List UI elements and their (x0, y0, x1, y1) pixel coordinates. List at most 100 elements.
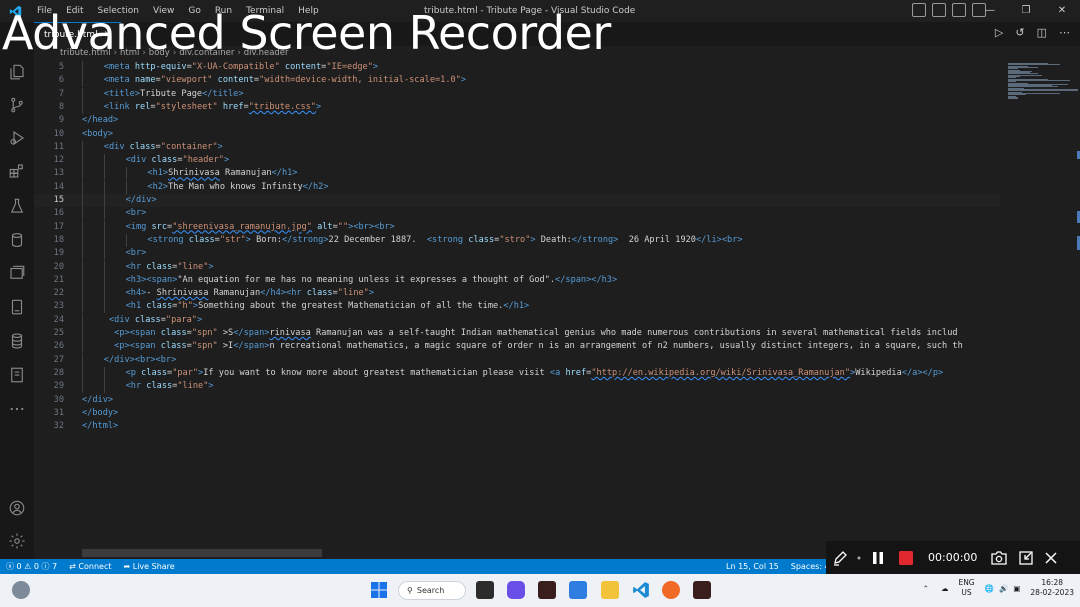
code-line[interactable]: 24 <div class="para"> (34, 313, 1000, 327)
region-code: US (961, 588, 972, 597)
code-editor[interactable]: 5 <meta http-equiv="X-UA-Compatible" cont… (34, 61, 1000, 559)
manage-gear-icon[interactable] (7, 531, 27, 551)
indent-guide (82, 140, 83, 154)
timeline-icon[interactable]: ↺ (1015, 26, 1024, 39)
code-line[interactable]: 8 <link rel="stylesheet" href="tribute.cs… (34, 100, 1000, 114)
code-line[interactable]: 28 <p class="par">If you want to know mor… (34, 366, 1000, 380)
code-line[interactable]: 23 <h1 class="h">Something about the grea… (34, 300, 1000, 314)
code-line[interactable]: 27 </div><br><br> (34, 353, 1000, 367)
close-window-icon[interactable]: ✕ (1044, 0, 1080, 22)
firefox-icon[interactable] (662, 581, 680, 599)
code-line[interactable]: 20 <hr class="line"> (34, 260, 1000, 274)
code-line[interactable]: 29 <hr class="line"> (34, 380, 1000, 394)
indent-guide (103, 247, 105, 261)
code-text: <h1>Shrinivasa Ramanujan</h1> (147, 168, 298, 179)
code-line[interactable]: 5 <meta http-equiv="X-UA-Compatible" cont… (34, 61, 1000, 74)
code-line[interactable]: 12 <div class="header"> (34, 154, 1000, 168)
split-editor-icon[interactable]: ◫ (1037, 26, 1047, 39)
indent-guide (103, 273, 105, 287)
run-icon[interactable]: ▷ (995, 26, 1003, 39)
extensions-icon[interactable] (7, 161, 27, 181)
vscode-taskbar-icon[interactable] (632, 581, 650, 599)
code-line[interactable]: 31 </body> (34, 407, 1000, 420)
language-indicator[interactable]: ENG US (958, 578, 974, 598)
battery-icon[interactable]: ▣ (1013, 584, 1020, 593)
run-debug-icon[interactable] (7, 128, 27, 148)
more-actions-icon[interactable]: ⋯ (1059, 26, 1070, 39)
code-line[interactable]: 13 <h1>Shrinivasa Ramanujan</h1> (34, 167, 1000, 181)
screen-recorder-taskbar-icon[interactable] (693, 581, 711, 599)
toggle-primary-sidebar-icon[interactable] (912, 3, 926, 17)
line-number: 14 (53, 181, 64, 192)
device-icon[interactable] (7, 297, 27, 317)
horizontal-scrollbar[interactable] (82, 549, 322, 557)
windows-taskbar: ⚲ Search ⌃ ☁ ENG US 🌐 🔊 ▣ 16:28 28-02-20… (0, 574, 1080, 607)
code-line[interactable]: 9 </head> (34, 114, 1000, 127)
teams-chat-icon[interactable] (507, 581, 525, 599)
chevron-up-icon[interactable]: ⌃ (923, 584, 929, 593)
source-control-icon[interactable] (7, 95, 27, 115)
close-recorder-icon[interactable] (1039, 541, 1063, 574)
line-number: 18 (53, 234, 64, 245)
onedrive-icon[interactable]: ☁ (941, 584, 949, 593)
toggle-panel-icon[interactable] (932, 3, 946, 17)
task-view-icon[interactable] (476, 581, 494, 599)
recorder-app-icon[interactable] (538, 581, 556, 599)
pause-icon[interactable] (864, 541, 892, 574)
code-line[interactable]: 22 <h4>- Shrinivasa Ramanujan</h4><hr cla… (34, 287, 1000, 301)
code-line[interactable]: 26 <p><span class="spn" >I</span>n recrea… (34, 340, 1000, 354)
recorder-watermark: Advanced Screen Recorder (2, 6, 611, 60)
code-line[interactable]: 7 <title>Tribute Page</title> (34, 87, 1000, 101)
globe-icon[interactable]: 🌐 (985, 584, 994, 593)
code-line[interactable]: 15 </div> (34, 194, 1000, 207)
minimize-icon[interactable]: — (972, 0, 1008, 22)
code-line[interactable]: 19 <br> (34, 247, 1000, 261)
code-line[interactable]: 10 <body> (34, 128, 1000, 141)
indent-guide (103, 180, 105, 194)
restore-icon[interactable]: ❐ (1008, 0, 1044, 22)
cursor-position[interactable]: Ln 15, Col 15 (720, 562, 785, 571)
code-line[interactable]: 30 </div> (34, 394, 1000, 407)
code-line[interactable]: 11 <div class="container"> (34, 140, 1000, 154)
camera-icon[interactable] (985, 541, 1013, 574)
store-icon[interactable] (569, 581, 587, 599)
widgets-icon[interactable] (12, 581, 30, 599)
database-icon[interactable] (7, 230, 27, 250)
code-line[interactable]: 14 <h2>The Man who knows Infinity</h2> (34, 180, 1000, 194)
more-icon[interactable] (7, 399, 27, 419)
code-line[interactable]: 25 <p><span class="spn" >S</span>rinivasa… (34, 327, 1000, 340)
code-line[interactable]: 6 <meta name="viewport" content="width=de… (34, 74, 1000, 88)
indent-guide (82, 247, 83, 261)
start-icon[interactable] (370, 581, 388, 599)
code-line[interactable]: 32 </html> (34, 420, 1000, 433)
live-share-status[interactable]: ➦ Live Share (117, 562, 180, 571)
code-line[interactable]: 17 <img src="shreenivasa_ramanujan.jpg" a… (34, 220, 1000, 234)
problems-indicator[interactable]: ⓧ 0 ⚠ 0 ⓘ 7 (0, 561, 63, 572)
minimap[interactable] (1000, 61, 1080, 559)
taskbar-search[interactable]: ⚲ Search (398, 581, 466, 600)
code-text: <div class="container"> (103, 141, 223, 152)
connect-status[interactable]: ⇄ Connect (63, 562, 117, 571)
toggle-secondary-sidebar-icon[interactable] (952, 3, 966, 17)
testing-flask-icon[interactable] (7, 196, 27, 216)
notebook-icon[interactable] (7, 365, 27, 385)
code-line[interactable]: 16 <br> (34, 207, 1000, 221)
stop-record-icon[interactable] (892, 541, 920, 574)
speaker-icon[interactable]: 🔊 (999, 584, 1008, 593)
clock[interactable]: 16:28 28-02-2023 (1030, 578, 1074, 598)
explorer-icon[interactable] (7, 62, 27, 82)
file-explorer-icon[interactable] (601, 581, 619, 599)
language-code: ENG (958, 578, 975, 587)
code-text: <strong class="str"> Born:</strong>22 De… (147, 234, 743, 245)
pen-icon[interactable] (826, 541, 854, 574)
remote-explorer-icon[interactable] (7, 263, 27, 283)
sql-database-icon[interactable] (7, 331, 27, 351)
code-text: <link rel="stylesheet" href="tribute.css… (103, 101, 322, 112)
code-line[interactable]: 21 <h3><span>"An equation for me has no m… (34, 273, 1000, 287)
minimize-recorder-icon[interactable] (1013, 541, 1039, 574)
code-text: </body> (82, 407, 119, 418)
indent-guide (82, 220, 83, 234)
recording-timer: 00:00:00 (928, 551, 978, 564)
code-line[interactable]: 18 <strong class="str"> Born:</strong>22 … (34, 233, 1000, 247)
accounts-icon[interactable] (7, 498, 27, 518)
